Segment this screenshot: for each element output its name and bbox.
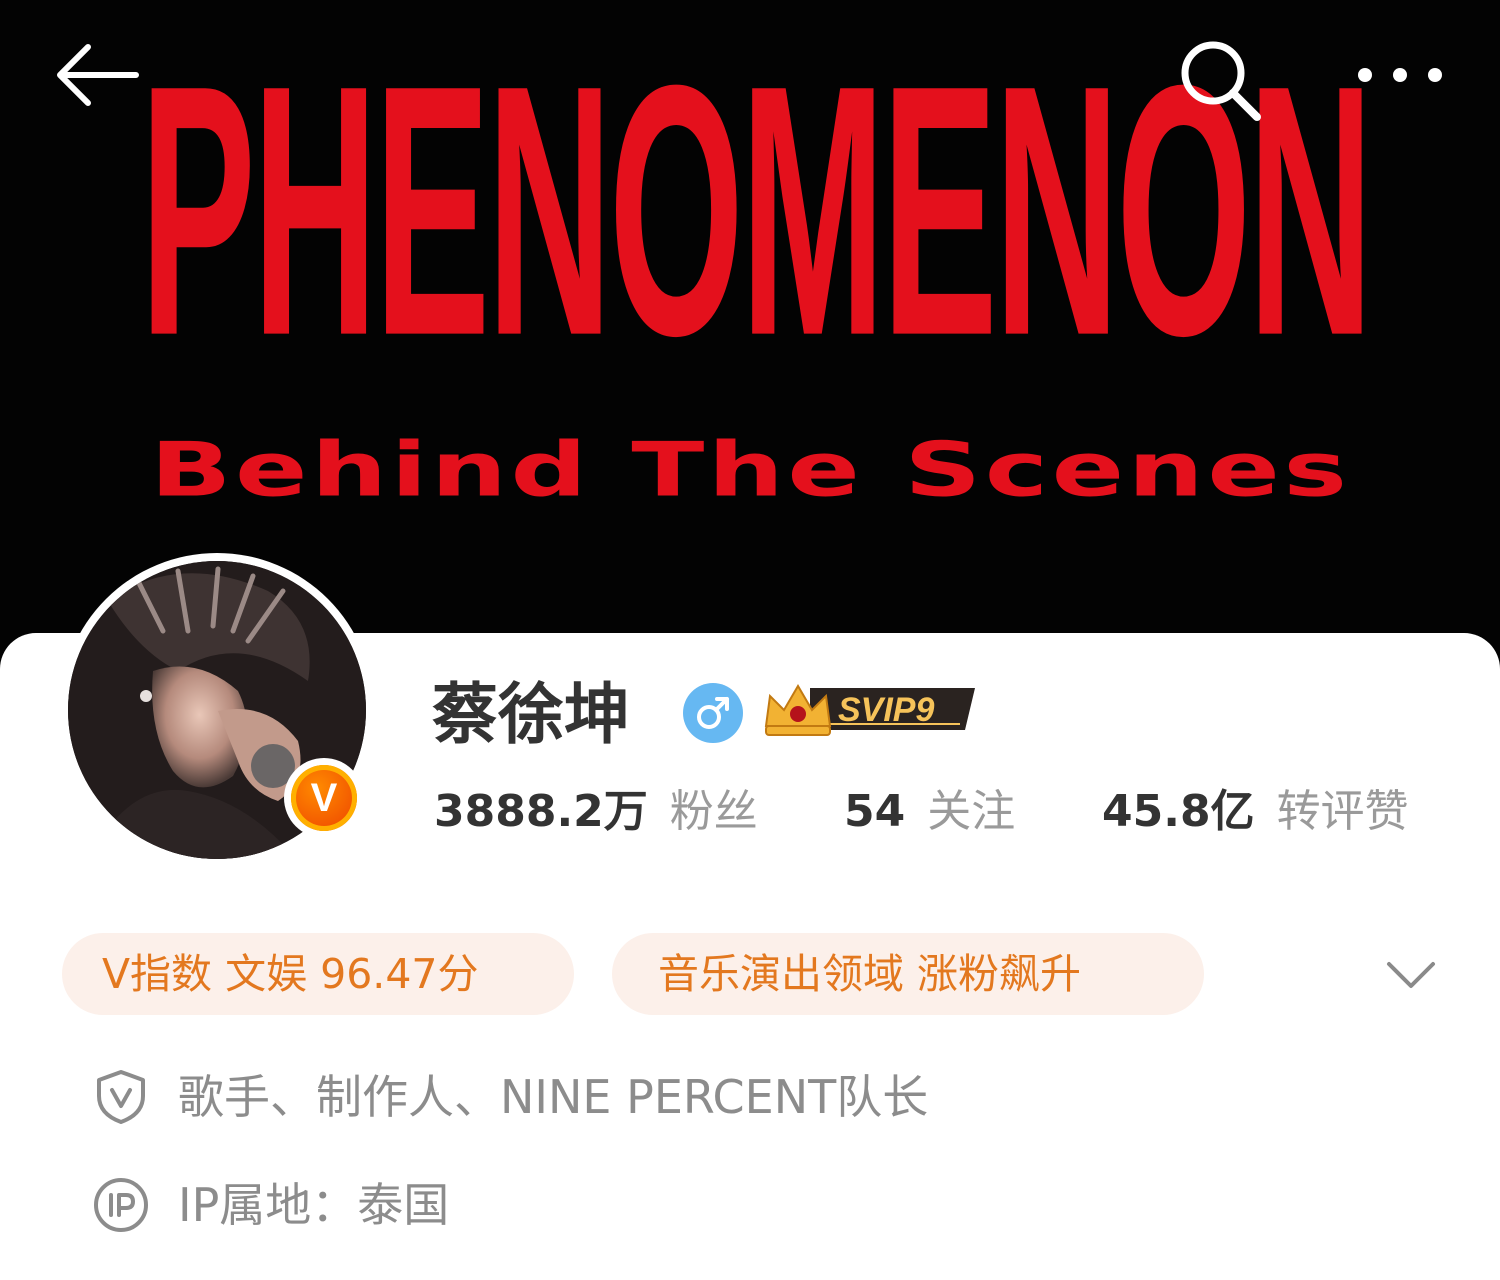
search-icon (1181, 41, 1261, 121)
followers-count: 3888.2万 (434, 786, 648, 837)
verified-badge[interactable]: V (284, 758, 364, 838)
likes-stat[interactable]: 45.8亿 转评赞 (1102, 782, 1409, 844)
username: 蔡徐坤 (432, 676, 630, 753)
profile-page: PHENOMENON Behind The Scenes V 蔡徐坤 SVIP9… (0, 0, 1500, 1280)
following-stat[interactable]: 54 关注 (844, 782, 1015, 844)
ip-icon (92, 1176, 150, 1234)
arrow-left-icon (57, 44, 139, 106)
banner-subtitle: Behind The Scenes (150, 425, 1351, 514)
ip-location-text: IP属地：泰国 (178, 1178, 450, 1232)
likes-label: 转评赞 (1276, 786, 1409, 837)
verified-v-icon: V (291, 765, 357, 831)
search-button[interactable] (1170, 30, 1270, 130)
back-button[interactable] (40, 30, 150, 120)
following-count: 54 (844, 786, 906, 837)
v-index-tag[interactable]: V指数 文娱 96.47分 (62, 933, 574, 1015)
followers-label: 粉丝 (669, 786, 758, 837)
certification-row: 歌手、制作人、NINE PERCENT队长 (92, 1064, 928, 1130)
following-label: 关注 (927, 786, 1016, 837)
svip-label: SVIP9 (838, 691, 935, 729)
shield-v-icon (92, 1068, 150, 1126)
more-dots-icon (1358, 68, 1442, 82)
expand-button[interactable] (1376, 944, 1446, 1004)
banner-title: PHENOMENON (140, 11, 1373, 411)
likes-count: 45.8亿 (1102, 786, 1255, 837)
ip-location-row: IP属地：泰国 (92, 1172, 449, 1238)
followers-stat[interactable]: 3888.2万 粉丝 (434, 782, 758, 844)
trend-tag[interactable]: 音乐演出领域 涨粉飙升 (612, 933, 1204, 1015)
chevron-down-icon (1387, 962, 1435, 988)
more-button[interactable] (1345, 40, 1455, 110)
certification-text: 歌手、制作人、NINE PERCENT队长 (178, 1070, 929, 1124)
male-icon (683, 683, 743, 743)
